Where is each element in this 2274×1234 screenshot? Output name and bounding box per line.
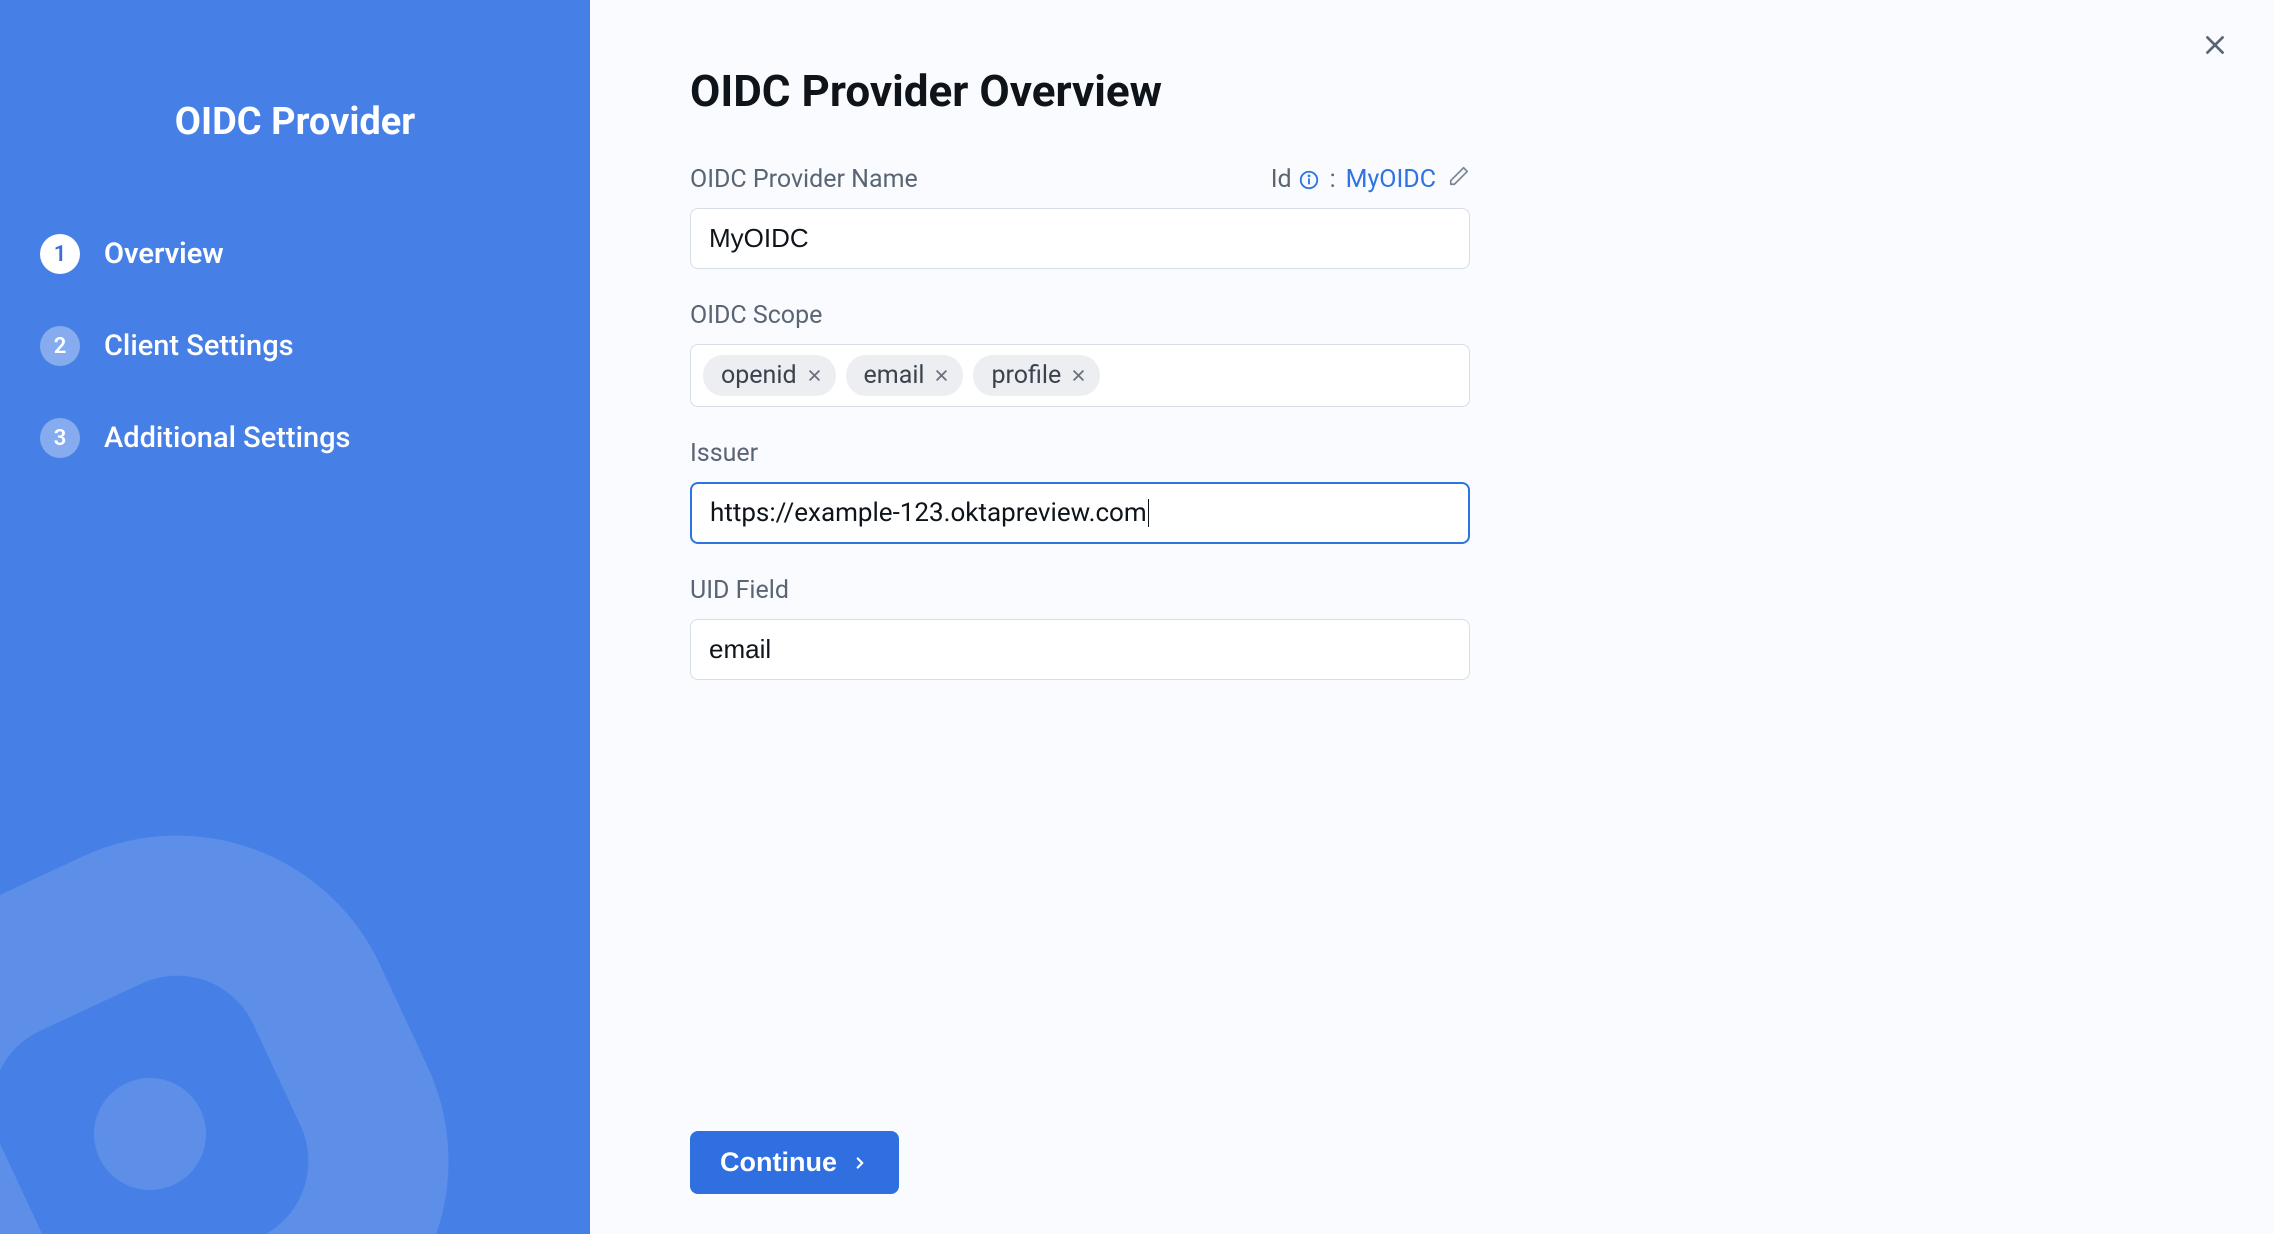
step-number: 1 [40, 234, 80, 274]
field-issuer: Issuer https://example-123.oktapreview.c… [690, 439, 1470, 544]
scope-tag: profile [973, 355, 1100, 396]
step-label: Overview [104, 237, 224, 271]
sidebar-title: OIDC Provider [40, 100, 550, 144]
footer-bar: Continue [690, 1111, 2174, 1194]
field-scope: OIDC Scope openid email profile [690, 301, 1470, 407]
scope-label: OIDC Scope [690, 301, 822, 330]
continue-button[interactable]: Continue [690, 1131, 899, 1194]
step-client-settings[interactable]: 2 Client Settings [40, 326, 550, 366]
text-cursor [1148, 499, 1149, 527]
provider-name-label: OIDC Provider Name [690, 165, 918, 194]
close-icon [2202, 32, 2228, 58]
tag-text: email [864, 361, 925, 390]
tag-text: openid [721, 361, 797, 390]
issuer-label: Issuer [690, 439, 758, 468]
tag-text: profile [991, 361, 1061, 390]
scope-tags-input[interactable]: openid email profile [690, 344, 1470, 407]
tag-remove-button[interactable] [807, 368, 822, 383]
close-icon [1071, 368, 1086, 383]
continue-label: Continue [720, 1147, 837, 1178]
tag-remove-button[interactable] [1071, 368, 1086, 383]
steps-nav: 1 Overview 2 Client Settings 3 Additiona… [40, 234, 550, 458]
scope-tag: openid [703, 355, 836, 396]
scope-tag: email [846, 355, 964, 396]
page-title: OIDC Provider Overview [690, 65, 2174, 117]
issuer-value: https://example-123.oktapreview.com [710, 498, 1147, 528]
tag-remove-button[interactable] [934, 368, 949, 383]
field-provider-name: OIDC Provider Name Id : MyOIDC [690, 165, 1470, 269]
step-additional-settings[interactable]: 3 Additional Settings [40, 418, 550, 458]
pencil-icon [1448, 165, 1470, 187]
edit-id-button[interactable] [1448, 165, 1470, 194]
close-icon [934, 368, 949, 383]
field-header: Issuer [690, 439, 1470, 468]
id-section: Id : MyOIDC [1271, 165, 1470, 194]
close-icon [807, 368, 822, 383]
id-colon: : [1330, 165, 1336, 194]
id-value: MyOIDC [1346, 165, 1436, 194]
field-header: OIDC Provider Name Id : MyOIDC [690, 165, 1470, 194]
provider-name-input[interactable] [690, 208, 1470, 269]
step-number: 3 [40, 418, 80, 458]
field-header: UID Field [690, 576, 1470, 605]
sidebar: OIDC Provider 1 Overview 2 Client Settin… [0, 0, 590, 1234]
field-uid: UID Field [690, 576, 1470, 680]
field-header: OIDC Scope [690, 301, 1470, 330]
step-label: Additional Settings [104, 421, 351, 455]
uid-input[interactable] [690, 619, 1470, 680]
uid-label: UID Field [690, 576, 789, 605]
close-button[interactable] [2196, 22, 2234, 70]
info-icon[interactable] [1298, 169, 1320, 191]
step-number: 2 [40, 326, 80, 366]
issuer-input[interactable]: https://example-123.oktapreview.com [690, 482, 1470, 544]
chevron-right-icon [851, 1154, 869, 1172]
step-overview[interactable]: 1 Overview [40, 234, 550, 274]
step-label: Client Settings [104, 329, 294, 363]
sidebar-decoration [0, 669, 590, 1234]
main-content: OIDC Provider Overview OIDC Provider Nam… [590, 0, 2274, 1234]
id-label: Id [1271, 165, 1292, 194]
